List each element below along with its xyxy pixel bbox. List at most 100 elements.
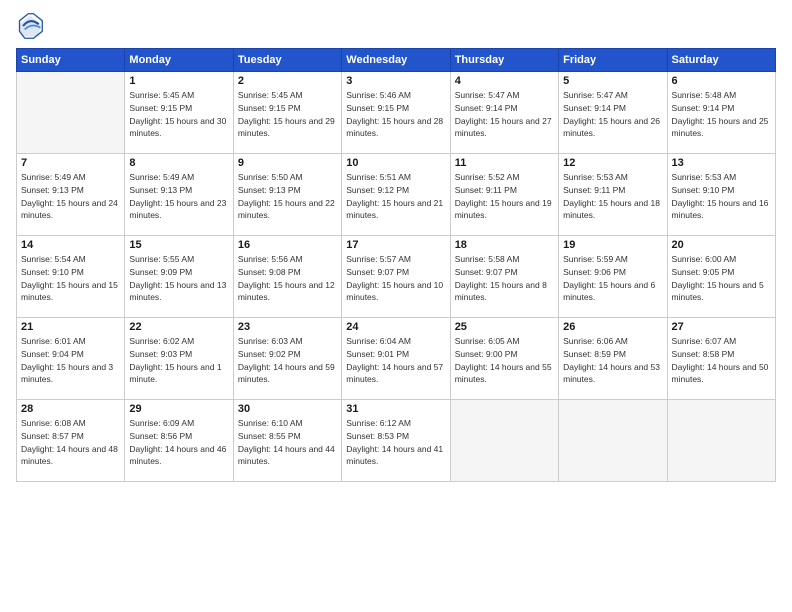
day-cell: 14 Sunrise: 5:54 AMSunset: 9:10 PMDayligh…: [17, 236, 125, 318]
day-cell: 25 Sunrise: 6:05 AMSunset: 9:00 PMDayligh…: [450, 318, 558, 400]
weekday-header-thursday: Thursday: [450, 49, 558, 72]
day-info: Sunrise: 5:52 AMSunset: 9:11 PMDaylight:…: [455, 171, 554, 222]
day-info: Sunrise: 6:04 AMSunset: 9:01 PMDaylight:…: [346, 335, 445, 386]
day-number: 21: [21, 321, 120, 333]
day-info: Sunrise: 5:47 AMSunset: 9:14 PMDaylight:…: [455, 89, 554, 140]
day-info: Sunrise: 6:12 AMSunset: 8:53 PMDaylight:…: [346, 417, 445, 468]
day-cell: 17 Sunrise: 5:57 AMSunset: 9:07 PMDayligh…: [342, 236, 450, 318]
day-cell: 8 Sunrise: 5:49 AMSunset: 9:13 PMDaylight…: [125, 154, 233, 236]
day-cell: 15 Sunrise: 5:55 AMSunset: 9:09 PMDayligh…: [125, 236, 233, 318]
day-info: Sunrise: 5:49 AMSunset: 9:13 PMDaylight:…: [21, 171, 120, 222]
day-cell: 11 Sunrise: 5:52 AMSunset: 9:11 PMDayligh…: [450, 154, 558, 236]
day-cell: 10 Sunrise: 5:51 AMSunset: 9:12 PMDayligh…: [342, 154, 450, 236]
day-info: Sunrise: 6:10 AMSunset: 8:55 PMDaylight:…: [238, 417, 337, 468]
day-info: Sunrise: 5:45 AMSunset: 9:15 PMDaylight:…: [238, 89, 337, 140]
page: SundayMondayTuesdayWednesdayThursdayFrid…: [0, 0, 792, 612]
day-info: Sunrise: 5:56 AMSunset: 9:08 PMDaylight:…: [238, 253, 337, 304]
day-number: 10: [346, 157, 445, 169]
day-cell: 3 Sunrise: 5:46 AMSunset: 9:15 PMDaylight…: [342, 72, 450, 154]
logo: [16, 12, 48, 40]
day-info: Sunrise: 5:47 AMSunset: 9:14 PMDaylight:…: [563, 89, 662, 140]
day-info: Sunrise: 6:01 AMSunset: 9:04 PMDaylight:…: [21, 335, 120, 386]
day-number: 16: [238, 239, 337, 251]
day-cell: 12Sunrise: 5:53 AMSunset: 9:11 PMDayligh…: [559, 154, 667, 236]
weekday-header-sunday: Sunday: [17, 49, 125, 72]
day-cell: 18Sunrise: 5:58 AMSunset: 9:07 PMDayligh…: [450, 236, 558, 318]
day-info: Sunrise: 6:02 AMSunset: 9:03 PMDaylight:…: [129, 335, 228, 386]
day-info: Sunrise: 5:49 AMSunset: 9:13 PMDaylight:…: [129, 171, 228, 222]
day-number: 29: [129, 403, 228, 415]
day-cell: 26Sunrise: 6:06 AMSunset: 8:59 PMDayligh…: [559, 318, 667, 400]
day-cell: 4 Sunrise: 5:47 AMSunset: 9:14 PMDaylight…: [450, 72, 558, 154]
week-row-4: 21 Sunrise: 6:01 AMSunset: 9:04 PMDayligh…: [17, 318, 776, 400]
day-number: 4: [455, 75, 554, 87]
day-info: Sunrise: 6:03 AMSunset: 9:02 PMDaylight:…: [238, 335, 337, 386]
day-number: 26: [563, 321, 662, 333]
weekday-header-monday: Monday: [125, 49, 233, 72]
day-number: 27: [672, 321, 771, 333]
day-number: 11: [455, 157, 554, 169]
week-row-3: 14 Sunrise: 5:54 AMSunset: 9:10 PMDayligh…: [17, 236, 776, 318]
day-info: Sunrise: 5:54 AMSunset: 9:10 PMDaylight:…: [21, 253, 120, 304]
day-number: 31: [346, 403, 445, 415]
day-cell: 24 Sunrise: 6:04 AMSunset: 9:01 PMDayligh…: [342, 318, 450, 400]
day-cell: 21 Sunrise: 6:01 AMSunset: 9:04 PMDayligh…: [17, 318, 125, 400]
day-cell: [17, 72, 125, 154]
day-cell: 22 Sunrise: 6:02 AMSunset: 9:03 PMDayligh…: [125, 318, 233, 400]
day-number: 19: [563, 239, 662, 251]
week-row-2: 7Sunrise: 5:49 AMSunset: 9:13 PMDaylight…: [17, 154, 776, 236]
day-info: Sunrise: 5:45 AMSunset: 9:15 PMDaylight:…: [129, 89, 228, 140]
day-info: Sunrise: 5:51 AMSunset: 9:12 PMDaylight:…: [346, 171, 445, 222]
weekday-header-row: SundayMondayTuesdayWednesdayThursdayFrid…: [17, 49, 776, 72]
day-cell: 2 Sunrise: 5:45 AMSunset: 9:15 PMDaylight…: [233, 72, 341, 154]
day-info: Sunrise: 5:58 AMSunset: 9:07 PMDaylight:…: [455, 253, 554, 304]
day-cell: 27Sunrise: 6:07 AMSunset: 8:58 PMDayligh…: [667, 318, 775, 400]
day-info: Sunrise: 5:59 AMSunset: 9:06 PMDaylight:…: [563, 253, 662, 304]
day-number: 1: [129, 75, 228, 87]
day-number: 13: [672, 157, 771, 169]
day-cell: 30 Sunrise: 6:10 AMSunset: 8:55 PMDayligh…: [233, 400, 341, 482]
day-cell: 29 Sunrise: 6:09 AMSunset: 8:56 PMDayligh…: [125, 400, 233, 482]
day-number: 9: [238, 157, 337, 169]
day-cell: 9 Sunrise: 5:50 AMSunset: 9:13 PMDaylight…: [233, 154, 341, 236]
day-number: 15: [129, 239, 228, 251]
day-number: 5: [563, 75, 662, 87]
day-number: 24: [346, 321, 445, 333]
day-cell: 5 Sunrise: 5:47 AMSunset: 9:14 PMDaylight…: [559, 72, 667, 154]
day-number: 12: [563, 157, 662, 169]
day-cell: [559, 400, 667, 482]
day-cell: 23 Sunrise: 6:03 AMSunset: 9:02 PMDayligh…: [233, 318, 341, 400]
day-info: Sunrise: 5:48 AMSunset: 9:14 PMDaylight:…: [672, 89, 771, 140]
day-info: Sunrise: 6:00 AMSunset: 9:05 PMDaylight:…: [672, 253, 771, 304]
day-cell: 16 Sunrise: 5:56 AMSunset: 9:08 PMDayligh…: [233, 236, 341, 318]
day-info: Sunrise: 6:09 AMSunset: 8:56 PMDaylight:…: [129, 417, 228, 468]
day-number: 22: [129, 321, 228, 333]
day-cell: 7Sunrise: 5:49 AMSunset: 9:13 PMDaylight…: [17, 154, 125, 236]
day-cell: 1 Sunrise: 5:45 AMSunset: 9:15 PMDaylight…: [125, 72, 233, 154]
day-info: Sunrise: 5:50 AMSunset: 9:13 PMDaylight:…: [238, 171, 337, 222]
day-number: 2: [238, 75, 337, 87]
day-number: 30: [238, 403, 337, 415]
day-cell: 13Sunrise: 5:53 AMSunset: 9:10 PMDayligh…: [667, 154, 775, 236]
day-number: 3: [346, 75, 445, 87]
day-number: 20: [672, 239, 771, 251]
weekday-header-saturday: Saturday: [667, 49, 775, 72]
weekday-header-wednesday: Wednesday: [342, 49, 450, 72]
day-number: 23: [238, 321, 337, 333]
day-number: 17: [346, 239, 445, 251]
weekday-header-friday: Friday: [559, 49, 667, 72]
day-info: Sunrise: 5:57 AMSunset: 9:07 PMDaylight:…: [346, 253, 445, 304]
day-info: Sunrise: 5:46 AMSunset: 9:15 PMDaylight:…: [346, 89, 445, 140]
day-number: 25: [455, 321, 554, 333]
day-info: Sunrise: 6:05 AMSunset: 9:00 PMDaylight:…: [455, 335, 554, 386]
day-number: 14: [21, 239, 120, 251]
week-row-5: 28Sunrise: 6:08 AMSunset: 8:57 PMDayligh…: [17, 400, 776, 482]
calendar-table: SundayMondayTuesdayWednesdayThursdayFrid…: [16, 48, 776, 482]
day-info: Sunrise: 5:55 AMSunset: 9:09 PMDaylight:…: [129, 253, 228, 304]
day-cell: 31 Sunrise: 6:12 AMSunset: 8:53 PMDayligh…: [342, 400, 450, 482]
day-info: Sunrise: 6:08 AMSunset: 8:57 PMDaylight:…: [21, 417, 120, 468]
day-number: 8: [129, 157, 228, 169]
day-cell: 20 Sunrise: 6:00 AMSunset: 9:05 PMDayligh…: [667, 236, 775, 318]
header: [16, 12, 776, 40]
day-cell: [667, 400, 775, 482]
